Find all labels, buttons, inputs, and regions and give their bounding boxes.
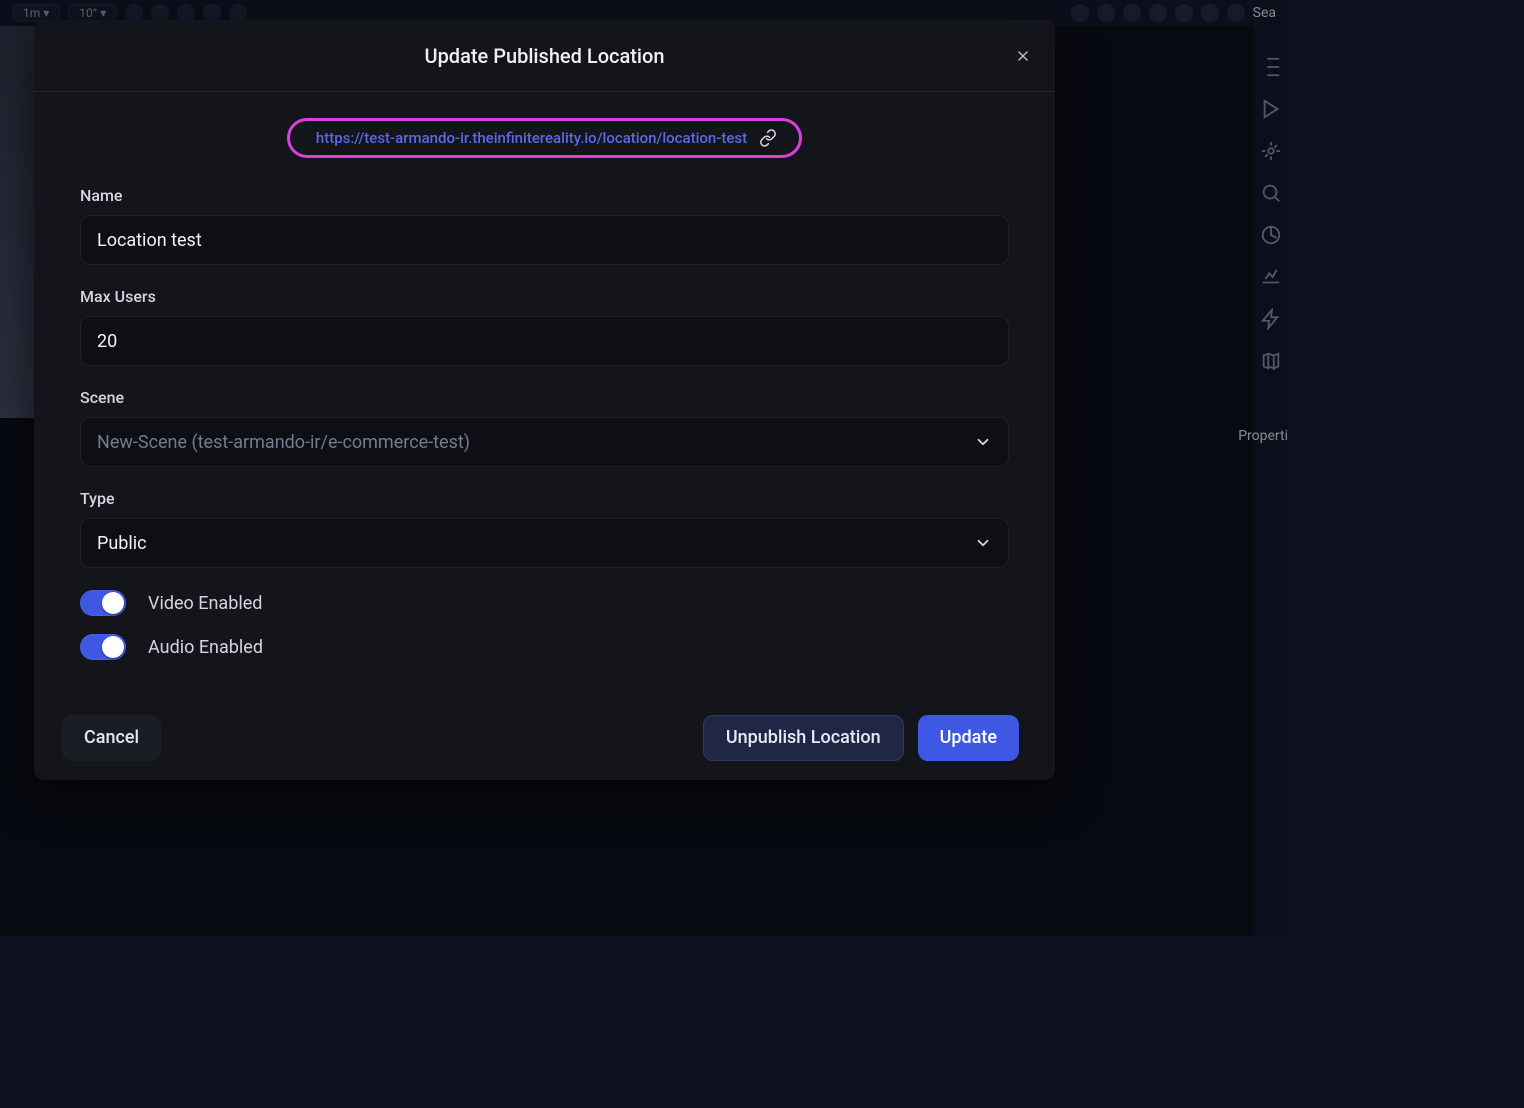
modal-footer: Cancel Unpublish Location Update xyxy=(34,694,1055,780)
toolbar-icon[interactable] xyxy=(1227,4,1245,22)
toggle-video-row: Video Enabled xyxy=(80,590,1009,616)
toolbar-icon[interactable] xyxy=(1201,4,1219,22)
label-max-users: Max Users xyxy=(80,287,1009,306)
update-location-modal: Update Published Location https://test-a… xyxy=(34,20,1055,780)
toggle-video-label: Video Enabled xyxy=(148,593,262,614)
field-scene: Scene New-Scene (test-armando-ir/e-comme… xyxy=(80,388,1009,467)
chevron-down-icon xyxy=(974,534,992,552)
toggle-video[interactable] xyxy=(80,590,126,616)
modal-body: https://test-armando-ir.theinfinitereali… xyxy=(34,92,1055,694)
field-max-users: Max Users xyxy=(80,287,1009,366)
toggle-audio-row: Audio Enabled xyxy=(80,634,1009,660)
select-type[interactable]: Public xyxy=(80,518,1009,568)
rail-icon[interactable] xyxy=(1260,350,1282,372)
properties-panel-stub: Properti xyxy=(1238,428,1288,444)
label-type: Type xyxy=(80,489,1009,508)
link-icon[interactable] xyxy=(759,129,777,147)
chevron-down-icon xyxy=(974,433,992,451)
search-stub[interactable]: Sea xyxy=(1253,5,1276,21)
toolbar-icon[interactable] xyxy=(1175,4,1193,22)
rail-icon[interactable] xyxy=(1260,182,1282,204)
modal-header: Update Published Location xyxy=(34,20,1055,92)
rail-icon[interactable] xyxy=(1260,224,1282,246)
select-type-value: Public xyxy=(97,533,147,554)
toolbar-icon[interactable] xyxy=(1071,4,1089,22)
update-button[interactable]: Update xyxy=(918,715,1019,761)
toggle-audio[interactable] xyxy=(80,634,126,660)
close-icon xyxy=(1015,48,1031,64)
location-url-pill: https://test-armando-ir.theinfinitereali… xyxy=(287,118,802,158)
toolbar-icon[interactable] xyxy=(1123,4,1141,22)
rail-icon[interactable] xyxy=(1260,266,1282,288)
field-type: Type Public xyxy=(80,489,1009,568)
toolbar-icon[interactable] xyxy=(1097,4,1115,22)
select-scene-value: New-Scene (test-armando-ir/e-commerce-te… xyxy=(97,432,470,453)
location-url-link[interactable]: https://test-armando-ir.theinfinitereali… xyxy=(316,129,747,147)
input-max-users[interactable] xyxy=(80,316,1009,366)
rail-icon[interactable] xyxy=(1260,140,1282,162)
close-button[interactable] xyxy=(1009,42,1037,70)
toolbar-icon[interactable] xyxy=(1149,4,1167,22)
label-scene: Scene xyxy=(80,388,1009,407)
rail-icon[interactable] xyxy=(1260,308,1282,330)
input-name[interactable] xyxy=(80,215,1009,265)
rail-icon[interactable] xyxy=(1260,56,1282,78)
select-scene[interactable]: New-Scene (test-armando-ir/e-commerce-te… xyxy=(80,417,1009,467)
rail-icon[interactable] xyxy=(1260,98,1282,120)
cancel-button[interactable]: Cancel xyxy=(62,715,161,761)
label-name: Name xyxy=(80,186,1009,205)
right-rail xyxy=(1254,26,1288,936)
unpublish-button[interactable]: Unpublish Location xyxy=(703,715,904,761)
modal-title: Update Published Location xyxy=(424,44,664,68)
toggle-audio-label: Audio Enabled xyxy=(148,637,263,658)
field-name: Name xyxy=(80,186,1009,265)
